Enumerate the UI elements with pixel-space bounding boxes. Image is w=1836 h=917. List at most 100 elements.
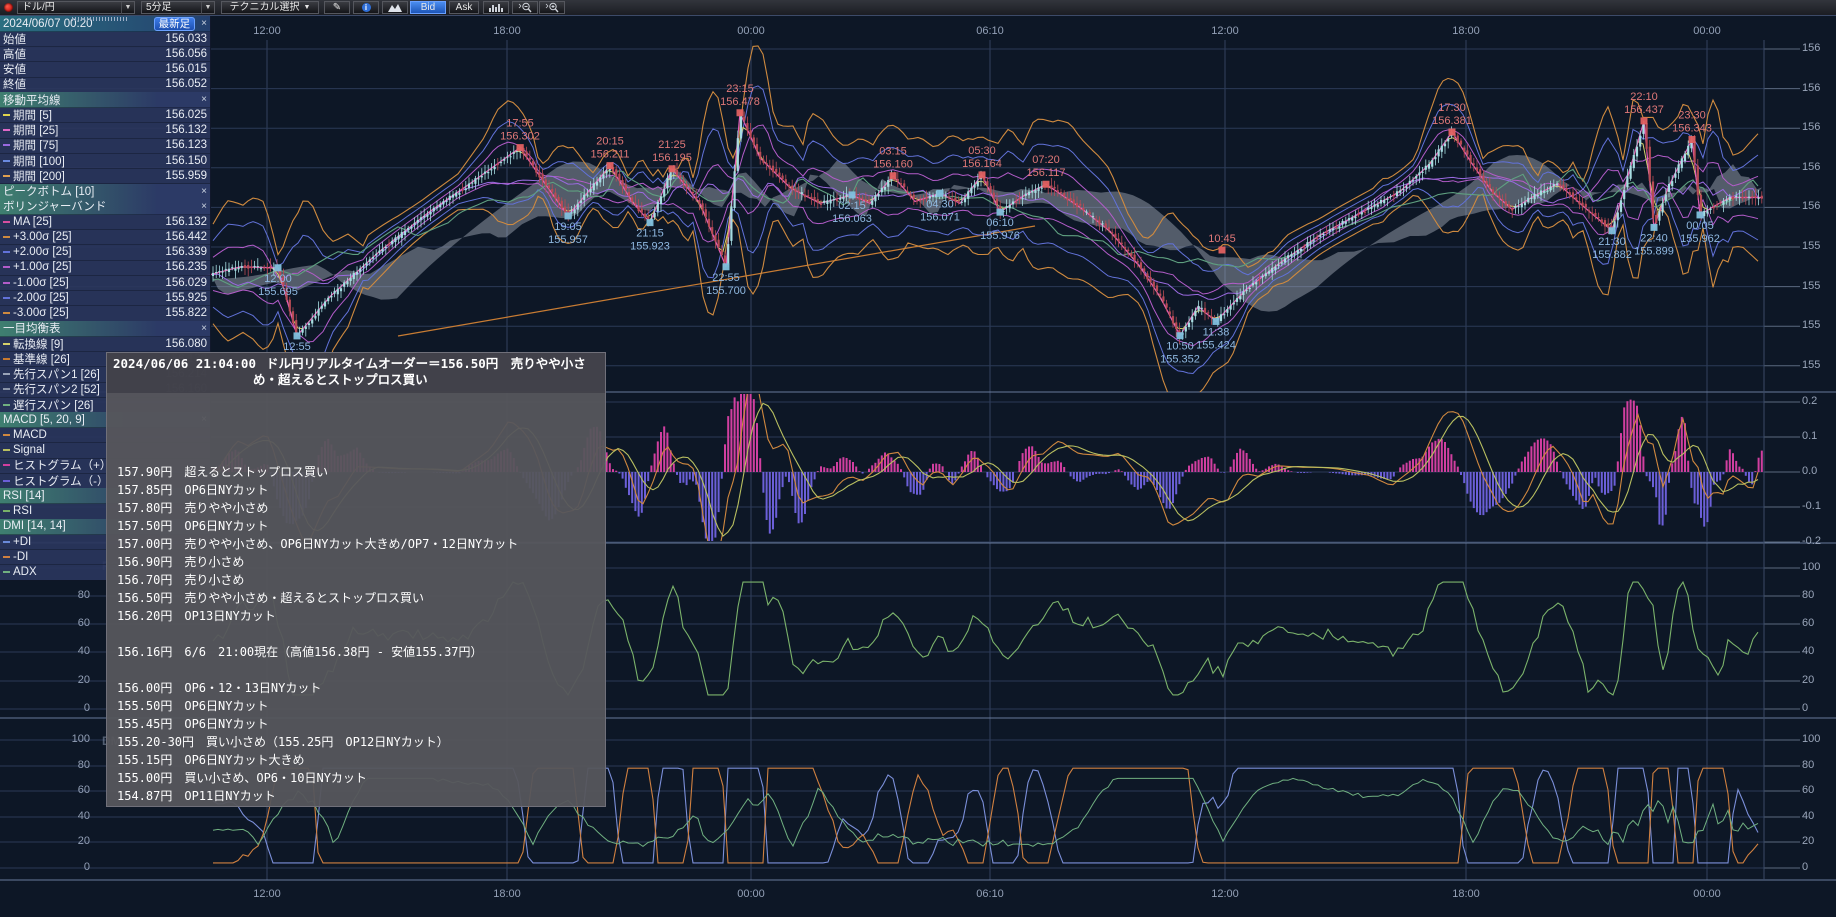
technical-select-label: テクニカル選択 xyxy=(230,2,300,14)
tooltip-order-line: 157.00円 売りやや小さめ、OP6日NYカット大きめ/OP7・12日NYカッ… xyxy=(117,535,518,553)
row-label: MA [25] xyxy=(13,216,165,228)
row-value: 156.132 xyxy=(165,216,207,228)
svg-text:156.164: 156.164 xyxy=(962,158,1002,170)
toolbar: ドル/円 ▼ 5分足 ▼ テクニカル選択 ▼ ✎ i Bid Ask xyxy=(0,0,1836,16)
close-icon[interactable]: × xyxy=(201,186,207,197)
zoom-out-button[interactable] xyxy=(512,1,538,14)
row-value: 156.150 xyxy=(165,155,207,167)
macd-axis-label: 0.2 xyxy=(1802,395,1836,407)
svg-text:156.071: 156.071 xyxy=(920,211,960,223)
indicator-color-swatch xyxy=(3,388,10,390)
row-value: 155.925 xyxy=(165,292,207,304)
ask-button[interactable]: Ask xyxy=(449,1,479,14)
histogram-icon xyxy=(489,3,503,12)
tooltip-order-line xyxy=(117,625,124,643)
row-label: -3.00σ [25] xyxy=(13,307,165,319)
histogram-toggle-button[interactable] xyxy=(483,1,509,14)
indicator-color-swatch xyxy=(3,266,10,268)
dmi-axis-label-left: 80 xyxy=(56,759,90,771)
svg-text:156.211: 156.211 xyxy=(591,149,630,161)
tooltip-order-line: 155.00円 買い小さめ、OP6・10日NYカット xyxy=(117,769,367,787)
svg-text:156.063: 156.063 xyxy=(832,213,872,225)
currency-pair-label: ドル/円 xyxy=(18,2,121,14)
panel-drag-handle[interactable] xyxy=(72,17,128,21)
svg-text:155.695: 155.695 xyxy=(258,286,298,298)
dmi-axis-label: 20 xyxy=(1802,835,1836,847)
technical-select-button[interactable]: テクニカル選択 ▼ xyxy=(221,1,319,14)
svg-text:155.899: 155.899 xyxy=(1634,245,1674,257)
price-axis-label: 156 xyxy=(1802,200,1836,212)
indicator-color-swatch xyxy=(3,221,10,223)
bid-button[interactable]: Bid xyxy=(410,1,446,14)
price-axis-label: 155 xyxy=(1802,319,1836,331)
panel-indicator-row: 期間 [25]156.132 xyxy=(0,123,210,139)
svg-text:22:10: 22:10 xyxy=(1630,91,1658,103)
svg-text:23:30: 23:30 xyxy=(1678,109,1706,121)
svg-text:155.962: 155.962 xyxy=(1680,233,1720,245)
tooltip-order-line: 156.16円 6/6 21:00現在（高値156.38円 - 安値155.37… xyxy=(117,643,483,661)
row-value: 156.080 xyxy=(165,338,207,350)
price-axis-label: 155 xyxy=(1802,359,1836,371)
row-label: -1.00σ [25] xyxy=(13,277,165,289)
close-icon[interactable]: × xyxy=(201,18,207,29)
svg-text:07:20: 07:20 xyxy=(1032,154,1060,166)
row-label: 安値 xyxy=(3,61,165,77)
mountain-icon xyxy=(388,3,402,12)
close-icon[interactable]: × xyxy=(201,323,207,334)
tooltip-order-line: 154.87円 OP11日NYカット xyxy=(117,787,276,805)
svg-text:05:30: 05:30 xyxy=(968,145,996,157)
svg-text:155.352: 155.352 xyxy=(1160,354,1200,366)
info-button[interactable]: i xyxy=(353,1,379,14)
currency-pair-select[interactable]: ドル/円 ▼ xyxy=(17,1,135,14)
time-axis-label-top: 12:00 xyxy=(1211,25,1239,37)
price-axis-label: 156 xyxy=(1802,121,1836,133)
ask-label: Ask xyxy=(456,2,473,14)
row-label: 期間 [100] xyxy=(13,153,165,169)
svg-text:155.923: 155.923 xyxy=(630,241,670,253)
svg-text:06:10: 06:10 xyxy=(986,217,1014,229)
panel-indicator-row: +3.00σ [25]156.442 xyxy=(0,229,210,245)
panel-section-header: ピークボトム [10]× xyxy=(0,184,210,200)
dmi-axis-label-left: 0 xyxy=(56,861,90,873)
chevron-down-icon: ▼ xyxy=(304,2,311,14)
row-label: 移動平均線 xyxy=(3,92,195,108)
indicator-color-swatch xyxy=(3,541,10,543)
time-axis-label-bottom: 12:00 xyxy=(1211,888,1239,900)
indicator-color-swatch xyxy=(3,449,10,451)
indicator-color-swatch xyxy=(3,571,10,573)
dmi-axis-label-left: 100 xyxy=(56,733,90,745)
latest-candle-button[interactable]: 最新足 xyxy=(154,17,196,31)
timeframe-select[interactable]: 5分足 ▼ xyxy=(141,1,215,14)
svg-text:03:15: 03:15 xyxy=(879,146,907,158)
tooltip-timestamp: 2024/06/06 21:04:00 xyxy=(113,356,256,371)
close-icon[interactable]: × xyxy=(201,94,207,105)
price-axis-label: 155 xyxy=(1802,280,1836,292)
svg-text:21:30: 21:30 xyxy=(1598,236,1626,248)
row-value: 156.442 xyxy=(165,231,207,243)
close-icon[interactable]: × xyxy=(201,201,207,212)
indicator-color-swatch xyxy=(3,282,10,284)
dmi-axis-label-left: 20 xyxy=(56,835,90,847)
svg-text:10:50: 10:50 xyxy=(1166,341,1194,353)
time-axis-label-top: 06:10 xyxy=(976,25,1004,37)
tooltip-order-line: 156.00円 OP6・12・13日NYカット xyxy=(117,679,321,697)
svg-text:155.976: 155.976 xyxy=(980,230,1020,242)
indicator-color-swatch xyxy=(3,129,10,131)
price-axis-label: 156 xyxy=(1802,161,1836,173)
tooltip-order-line: 157.85円 OP6日NYカット xyxy=(117,481,268,499)
rsi-axis-label-left: 40 xyxy=(56,645,90,657)
row-value: 156.015 xyxy=(165,63,207,75)
time-axis-label-bottom: 18:00 xyxy=(493,888,521,900)
panel-indicator-row: +2.00σ [25]156.339 xyxy=(0,245,210,261)
zoom-in-button[interactable] xyxy=(539,1,565,14)
panel-indicator-row: 終値156.052 xyxy=(0,77,210,93)
svg-text:12:00: 12:00 xyxy=(264,273,292,285)
draw-pencil-button[interactable]: ✎ xyxy=(324,1,350,14)
tooltip-title: 2024/06/06 21:04:00ドル円リアルタイムオーダー＝156.50円… xyxy=(107,353,605,393)
svg-text:04:30: 04:30 xyxy=(926,198,954,210)
tooltip-order-line: 157.50円 OP6日NYカット xyxy=(117,517,268,535)
dmi-axis-label: 100 xyxy=(1802,733,1836,745)
time-axis-label-top: 18:00 xyxy=(1452,25,1480,37)
chart-style-button[interactable] xyxy=(382,1,408,14)
row-label: 一目均衡表 xyxy=(3,320,195,336)
